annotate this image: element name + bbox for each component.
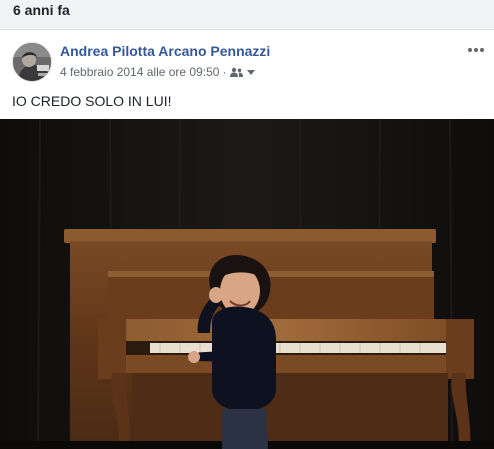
post-meta: 4 febbraio 2014 alle ore 09:50 · bbox=[60, 65, 257, 79]
post-header: Andrea Pilotta Arcano Pennazzi 4 febbrai… bbox=[0, 30, 494, 90]
audience-selector[interactable] bbox=[230, 67, 257, 77]
photo-image bbox=[0, 119, 494, 449]
more-options-button[interactable] bbox=[464, 42, 488, 58]
post-timestamp-link[interactable]: 4 febbraio 2014 alle ore 09:50 bbox=[60, 65, 219, 79]
avatar[interactable] bbox=[12, 42, 52, 82]
memory-title: 6 anni fa bbox=[13, 2, 70, 18]
friends-icon bbox=[230, 67, 244, 77]
post-card: 6 anni fa Andrea Pilotta Arcano Pennazzi… bbox=[0, 0, 494, 449]
avatar-image bbox=[13, 43, 51, 81]
post-photo[interactable] bbox=[0, 119, 494, 449]
author-name-link[interactable]: Andrea Pilotta Arcano Pennazzi bbox=[60, 43, 270, 59]
post-text: IO CREDO SOLO IN LUI! bbox=[12, 93, 172, 109]
meta-separator: · bbox=[222, 65, 227, 79]
more-options-icon bbox=[468, 48, 484, 52]
chevron-down-icon bbox=[247, 70, 256, 75]
memory-header: 6 anni fa bbox=[0, 0, 494, 30]
